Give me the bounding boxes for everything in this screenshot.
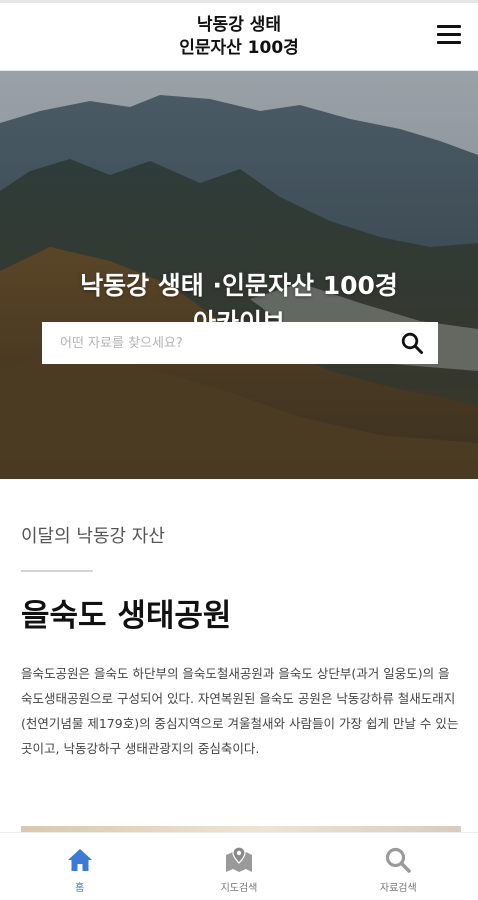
nav-item-map-search[interactable]: 지도검색 (159, 833, 318, 900)
search-icon (401, 332, 423, 354)
search-input[interactable] (42, 322, 386, 364)
nav-label-data-search: 자료검색 (379, 883, 417, 894)
bottom-navigation: 홈 지도검색 자료검색 (0, 832, 478, 900)
map-icon (224, 845, 254, 875)
nav-item-data-search[interactable]: 자료검색 (319, 833, 478, 900)
app-header: 낙동강 생태 인문자산 100경 (0, 3, 478, 71)
section-divider (21, 570, 93, 572)
hero-banner: 낙동강 생태 ·인문자산 100경 아카이브 (0, 71, 478, 479)
hero-title-line-1: 낙동강 생태 ·인문자산 100경 (80, 271, 398, 300)
hamburger-menu-icon[interactable] (437, 25, 461, 45)
search-icon (383, 845, 413, 875)
site-logo[interactable]: 낙동강 생태 인문자산 100경 (179, 14, 299, 60)
search-bar (42, 322, 438, 364)
nav-label-map-search: 지도검색 (220, 883, 258, 894)
logo-line-1: 낙동강 생태 (196, 14, 282, 35)
home-icon (65, 845, 95, 875)
asset-description: 을숙도공원은 을숙도 하단부의 을숙도철새공원과 을숙도 상단부(과거 일웅도)… (21, 666, 459, 756)
search-button[interactable] (386, 322, 438, 364)
section-label: 이달의 낙동강 자산 (21, 526, 165, 547)
nav-item-home[interactable]: 홈 (0, 833, 159, 900)
logo-line-2: 인문자산 100경 (179, 37, 299, 58)
nav-label-home: 홈 (75, 883, 85, 894)
asset-title[interactable]: 을숙도 생태공원 (21, 590, 231, 635)
